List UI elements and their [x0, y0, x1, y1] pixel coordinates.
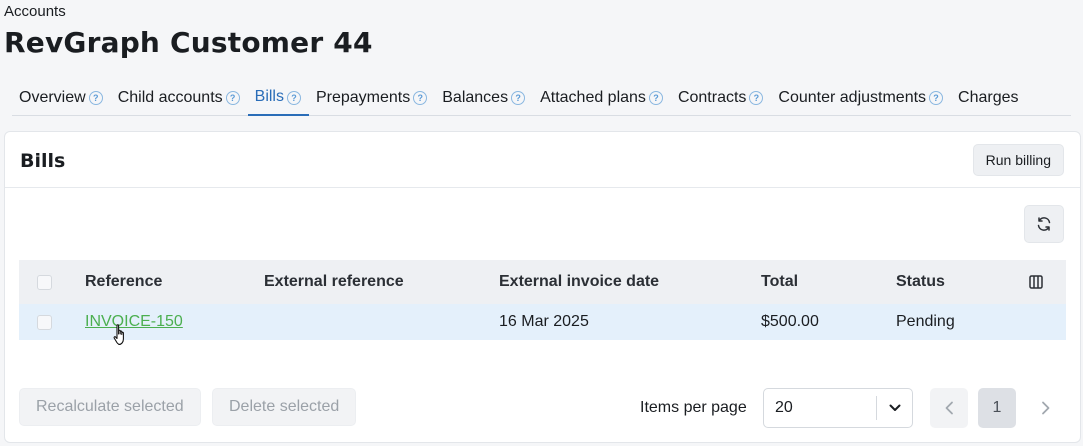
- help-icon[interactable]: ?: [225, 91, 240, 105]
- column-settings-cell: [1026, 274, 1066, 290]
- recalculate-selected-button[interactable]: Recalculate selected: [19, 388, 201, 426]
- chevron-left-icon: [945, 401, 953, 415]
- cell-status: Pending: [896, 313, 955, 330]
- chevron-down-icon: [876, 396, 912, 420]
- tab-label: Prepayments: [315, 88, 411, 106]
- column-header-reference[interactable]: Reference: [85, 273, 264, 291]
- tab-child-accounts[interactable]: Child accounts ?: [111, 80, 248, 115]
- tab-label: Attached plans: [540, 88, 646, 106]
- column-header-status[interactable]: Status: [896, 273, 1026, 291]
- tab-label: Charges: [958, 88, 1019, 106]
- tab-label: Balances: [442, 88, 509, 106]
- table-footer: Recalculate selected Delete selected Ite…: [19, 388, 1066, 428]
- breadcrumb[interactable]: Accounts: [4, 3, 66, 20]
- page-title: RevGraph Customer 44: [4, 26, 373, 59]
- tab-attached-plans[interactable]: Attached plans ?: [533, 80, 671, 115]
- tab-label: Contracts: [677, 88, 747, 106]
- delete-selected-button[interactable]: Delete selected: [212, 388, 357, 426]
- cell-external-invoice-date: 16 Mar 2025: [499, 313, 589, 330]
- table-header: Reference External reference External in…: [19, 260, 1066, 304]
- help-icon[interactable]: ?: [413, 91, 428, 105]
- help-icon[interactable]: ?: [511, 91, 526, 105]
- current-page-button[interactable]: 1: [978, 388, 1016, 428]
- tab-balances[interactable]: Balances ?: [435, 80, 533, 115]
- items-per-page-select[interactable]: 20: [763, 388, 913, 428]
- tab-charges[interactable]: Charges: [951, 80, 1026, 115]
- hand-cursor-icon: [113, 324, 124, 346]
- card-title: Bills: [20, 150, 66, 172]
- tab-bar: Overview ? Child accounts ? Bills ? Prep…: [12, 80, 1071, 116]
- items-per-page-label: Items per page: [640, 399, 747, 416]
- tab-label: Counter adjustments: [778, 88, 927, 106]
- row-checkbox[interactable]: [37, 314, 52, 330]
- next-page-button[interactable]: [1026, 388, 1064, 428]
- help-icon[interactable]: ?: [286, 90, 301, 105]
- tab-contracts[interactable]: Contracts ?: [671, 80, 771, 115]
- select-all-checkbox[interactable]: [37, 274, 52, 290]
- columns-icon[interactable]: [1028, 274, 1044, 290]
- column-header-total[interactable]: Total: [761, 273, 896, 291]
- row-select-cell: [19, 314, 85, 330]
- refresh-button[interactable]: [1024, 205, 1064, 243]
- card-header: Bills Run billing: [5, 132, 1080, 188]
- select-all-cell: [19, 274, 85, 290]
- items-per-page-value: 20: [775, 399, 793, 416]
- tab-bills[interactable]: Bills ?: [247, 80, 309, 116]
- table-row[interactable]: INVOICE-150 16 Mar 2025 $500.00 Pending: [19, 304, 1066, 340]
- tab-counter-adjustments[interactable]: Counter adjustments ?: [771, 80, 951, 115]
- bills-table: Reference External reference External in…: [19, 260, 1066, 340]
- tab-overview[interactable]: Overview ?: [12, 80, 111, 115]
- previous-page-button[interactable]: [930, 388, 968, 428]
- tab-label: Child accounts: [117, 88, 223, 106]
- bills-card: Bills Run billing Reference External ref…: [4, 131, 1081, 443]
- tab-prepayments[interactable]: Prepayments ?: [309, 80, 435, 115]
- help-icon[interactable]: ?: [648, 91, 663, 105]
- tab-label: Bills: [254, 88, 284, 105]
- invoice-link[interactable]: INVOICE-150: [85, 313, 183, 330]
- help-icon[interactable]: ?: [749, 91, 764, 105]
- chevron-right-icon: [1041, 401, 1049, 415]
- refresh-icon: [1037, 217, 1051, 231]
- column-header-external-reference[interactable]: External reference: [264, 273, 499, 291]
- help-icon[interactable]: ?: [929, 91, 944, 105]
- run-billing-button[interactable]: Run billing: [972, 144, 1064, 176]
- cell-total: $500.00: [761, 313, 819, 330]
- tab-label: Overview: [19, 88, 86, 106]
- help-icon[interactable]: ?: [88, 91, 103, 105]
- column-header-external-invoice-date[interactable]: External invoice date: [499, 273, 761, 291]
